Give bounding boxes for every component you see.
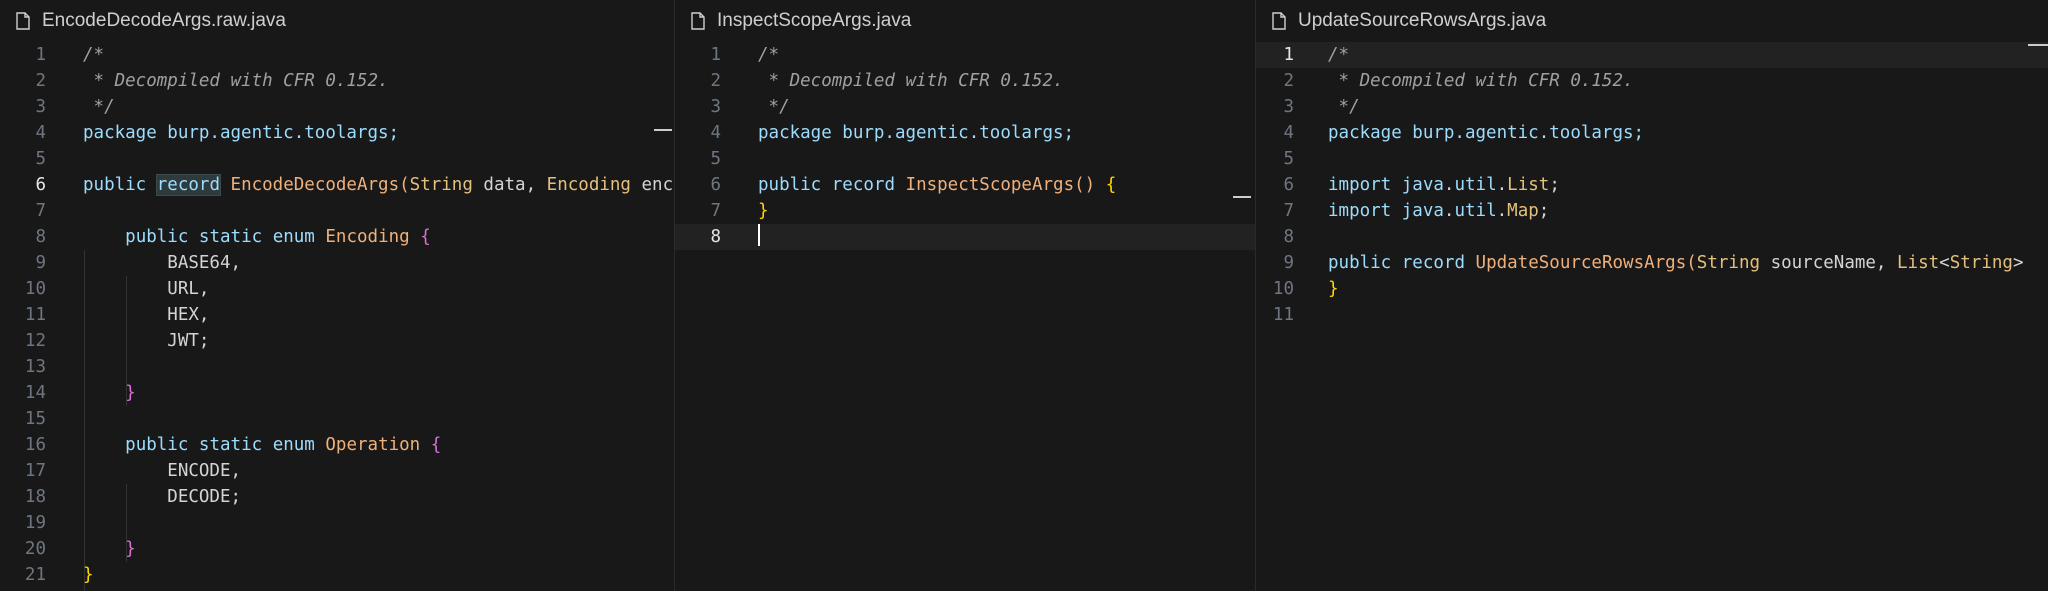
tab-update-source-rows-args[interactable]: UpdateSourceRowsArgs.java	[1256, 0, 2048, 42]
code-line: 3 */	[1283, 97, 1360, 117]
tab-title: UpdateSourceRowsArgs.java	[1298, 10, 1547, 31]
code-line: 8	[1283, 227, 1294, 247]
code-line: 5	[35, 149, 46, 169]
code-line: 2 * Decompiled with CFR 0.152.	[710, 71, 1064, 91]
code-area[interactable]: 1/* 2 * Decompiled with CFR 0.152. 3 */ …	[675, 42, 1255, 591]
code-line: 7	[35, 201, 46, 221]
code-line: 17 ENCODE,	[24, 461, 242, 481]
code-line: 10 URL,	[24, 279, 210, 299]
file-icon	[691, 12, 705, 30]
tab-title: InspectScopeArgs.java	[717, 10, 912, 31]
code-line: 12 JWT;	[24, 331, 210, 351]
code-line: 1/*	[710, 45, 780, 65]
code-line: 11 HEX,	[24, 305, 210, 325]
code-line: 1/*	[35, 45, 105, 65]
code-line: 15	[24, 409, 46, 429]
code-line: 14 }	[24, 383, 136, 403]
tab-encode-decode-args[interactable]: EncodeDecodeArgs.raw.java	[0, 0, 674, 42]
file-icon	[1272, 12, 1286, 30]
editor-group: EncodeDecodeArgs.raw.java 1/* 2 * Decomp…	[0, 0, 2048, 591]
code-line: 5	[710, 149, 721, 169]
code-line: 4 package burp.agentic.toolargs;	[35, 123, 400, 143]
code-line: 7}	[710, 201, 769, 221]
syntax-line-6: public record EncodeDecodeArgs(String da…	[83, 174, 674, 196]
code-line: 5	[1283, 149, 1294, 169]
minimap-marker[interactable]	[2028, 44, 2048, 46]
code-line: 6 public record InspectScopeArgs() {	[710, 175, 1117, 195]
editor-pane-3[interactable]: UpdateSourceRowsArgs.java 1/* 2 * Decomp…	[1256, 0, 2048, 591]
code-area[interactable]: 1/* 2 * Decompiled with CFR 0.152. 3 */ …	[1256, 42, 2048, 591]
tab-inspect-scope-args[interactable]: InspectScopeArgs.java	[675, 0, 1255, 42]
code-line: 4 package burp.agentic.toolargs;	[710, 123, 1075, 143]
code-line-active: 6 public record EncodeDecodeArgs(String d…	[0, 172, 674, 198]
minimap-marker[interactable]	[1233, 196, 1251, 198]
code-line: 2 * Decompiled with CFR 0.152.	[35, 71, 389, 91]
code-line: 19	[24, 513, 46, 533]
code-line: 6 import java.util.List;	[1283, 175, 1560, 195]
code-area[interactable]: 1/* 2 * Decompiled with CFR 0.152. 3 */ …	[0, 42, 674, 591]
text-cursor	[758, 224, 760, 246]
code-line: 3 */	[35, 97, 115, 117]
code-line: 2 * Decompiled with CFR 0.152.	[1283, 71, 1634, 91]
code-line: 11	[1272, 305, 1294, 325]
code-line: 4 package burp.agentic.toolargs;	[1283, 123, 1645, 143]
code-line: 20 }	[24, 539, 136, 559]
file-icon	[16, 12, 30, 30]
code-line: 18 DECODE;	[24, 487, 242, 507]
editor-pane-2[interactable]: InspectScopeArgs.java 1/* 2 * Decompiled…	[675, 0, 1256, 591]
code-line: 9 BASE64,	[35, 253, 242, 273]
code-line-current: 1/*	[1256, 42, 2048, 68]
code-line: 3 */	[710, 97, 790, 117]
code-line: 9 public record UpdateSourceRowsArgs(Stri…	[1283, 253, 2024, 273]
code-line: 21}	[24, 565, 94, 585]
minimap-marker[interactable]	[654, 129, 672, 131]
code-line: 10}	[1272, 279, 1339, 299]
tab-title: EncodeDecodeArgs.raw.java	[42, 10, 286, 31]
code-line: 16 public static enum Operation {	[24, 435, 442, 455]
code-line: 7 import java.util.Map;	[1283, 201, 1550, 221]
code-line-current: 8	[675, 224, 1255, 250]
code-line: 8 public static enum Encoding {	[35, 227, 431, 247]
code-line: 13	[24, 357, 46, 377]
editor-pane-1[interactable]: EncodeDecodeArgs.raw.java 1/* 2 * Decomp…	[0, 0, 675, 591]
